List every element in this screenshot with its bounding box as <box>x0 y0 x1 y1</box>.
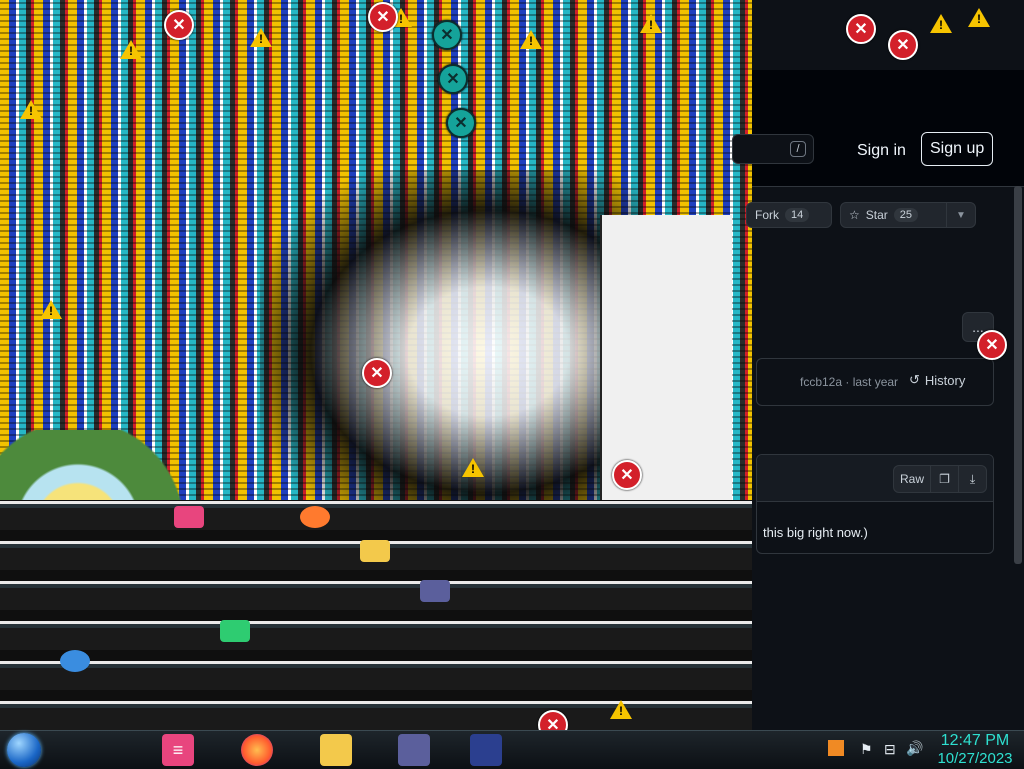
history-label: History <box>924 372 966 388</box>
warning-icon <box>20 100 42 119</box>
firefox-icon[interactable] <box>241 734 273 766</box>
error-icon[interactable]: ✕ <box>362 358 392 388</box>
taskbar: ≡ ⚑ ⊟ 🔊 12:47 PM 10/27/2023 <box>0 730 1024 769</box>
error-icon[interactable]: ✕ <box>368 2 398 32</box>
file-explorer-icon-trail <box>360 540 390 562</box>
error-icon[interactable]: ✕ <box>888 30 918 60</box>
github-window: / Sign in Sign up Fork 14 ☆ Star 25 ▼ ..… <box>732 70 1024 730</box>
error-icon[interactable]: ✕ <box>432 20 462 50</box>
windows-start-icon[interactable] <box>7 733 41 767</box>
control-panel-icon[interactable] <box>398 734 430 766</box>
github-header: / Sign in Sign up <box>732 70 1024 187</box>
error-icon[interactable]: ✕ <box>977 330 1007 360</box>
volume-icon[interactable]: 🔊 <box>906 740 923 757</box>
notes-app-icon[interactable]: ≡ <box>162 734 194 766</box>
firefox-icon-trail <box>300 506 330 528</box>
file-content-text: this big right now.) <box>763 525 868 540</box>
history-icon: ↺ <box>909 372 920 387</box>
history-link[interactable]: ↺ History <box>909 372 965 388</box>
taskbar-clock[interactable]: 12:47 PM 10/27/2023 <box>930 731 1020 768</box>
warning-icon <box>968 8 990 27</box>
file-viewer: Raw ❐ ⤓ this big right now.) <box>756 454 994 554</box>
fork-label: Fork <box>755 208 779 222</box>
start-orb-trail <box>60 650 90 672</box>
warning-icon <box>640 14 662 33</box>
warning-icon <box>610 700 632 719</box>
warning-icon <box>520 30 542 49</box>
warning-icon <box>40 300 62 319</box>
error-icon[interactable]: ✕ <box>438 64 468 94</box>
latest-commit-bar: fccb12a · last year ↺ History <box>756 358 994 406</box>
star-dropdown-button[interactable]: ▼ <box>946 203 975 227</box>
green-app-icon-trail <box>220 620 250 642</box>
fork-button[interactable]: Fork 14 <box>746 202 832 228</box>
chevron-down-icon: ▼ <box>956 209 966 221</box>
file-explorer-icon[interactable] <box>320 734 352 766</box>
search-shortcut-hint: / <box>790 141 806 157</box>
file-header: Raw ❐ ⤓ <box>757 455 993 502</box>
error-icon[interactable]: ✕ <box>612 460 642 490</box>
notes-app-icon-trail <box>174 506 204 528</box>
star-button[interactable]: ☆ Star 25 ▼ <box>840 202 976 228</box>
warning-icon <box>930 14 952 33</box>
raw-button[interactable]: Raw <box>894 466 931 492</box>
panel-app-icon-trail <box>420 580 450 602</box>
media-app-icon[interactable] <box>470 734 502 766</box>
star-count: 25 <box>893 208 919 222</box>
glitched-taskbar-trails <box>0 500 752 730</box>
scrollbar[interactable] <box>1014 186 1022 564</box>
glitch-tunnel-effect <box>260 170 640 500</box>
fork-count: 14 <box>785 208 810 222</box>
error-icon[interactable]: ✕ <box>846 14 876 44</box>
error-icon[interactable]: ✕ <box>164 10 194 40</box>
update-tray-icon[interactable] <box>828 740 844 756</box>
copy-icon[interactable]: ❐ <box>931 466 959 492</box>
sign-up-button[interactable]: Sign up <box>921 132 994 166</box>
warning-icon <box>250 28 272 47</box>
clock-time: 12:47 PM <box>940 732 1010 749</box>
clock-date: 10/27/2023 <box>937 750 1013 767</box>
action-center-flag-icon[interactable]: ⚑ <box>860 741 873 758</box>
search-input[interactable]: / <box>732 134 814 164</box>
warning-icon <box>120 40 142 59</box>
star-icon: ☆ <box>849 208 860 222</box>
error-icon[interactable]: ✕ <box>446 108 476 138</box>
file-actions: Raw ❐ ⤓ <box>893 465 987 493</box>
warning-icon <box>462 458 484 477</box>
sign-in-link[interactable]: Sign in <box>857 142 906 160</box>
network-icon[interactable]: ⊟ <box>884 741 896 758</box>
download-icon[interactable]: ⤓ <box>959 466 986 492</box>
glitched-desktop-background: ✕ ✕ ✕ ✕ ✕ ✕ ✕ ✕ ✕ <box>0 0 752 768</box>
commit-hash[interactable]: fccb12a · last year <box>800 375 898 389</box>
star-label: Star <box>865 208 888 222</box>
